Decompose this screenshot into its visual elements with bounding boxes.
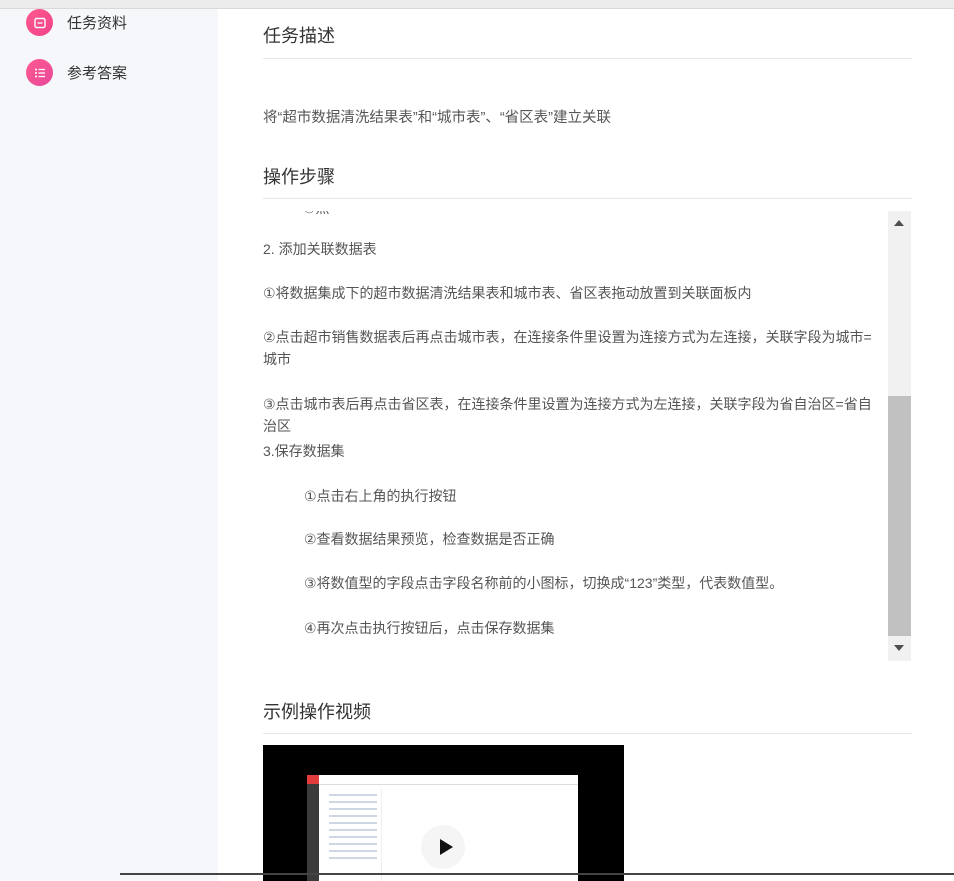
step-heading: 2. 添加关联数据表 bbox=[263, 241, 377, 257]
step-text: ④再次点击执行按钮后，点击保存数据集 bbox=[304, 620, 555, 636]
sidebar-item-label: 任务资料 bbox=[67, 15, 128, 32]
sidebar-item-reference-answers[interactable]: 参考答案 bbox=[26, 59, 127, 86]
step-text: ①点 bbox=[303, 211, 330, 219]
play-icon bbox=[440, 839, 453, 855]
steps-scroll-area[interactable]: ①点 2. 添加关联数据表 ①将数据集成下的超市数据清洗结果表和城市表、省区表拖… bbox=[263, 211, 888, 661]
sidebar-item-label: 参考答案 bbox=[67, 65, 128, 82]
divider bbox=[263, 58, 912, 59]
step-text: ①将数据集成下的超市数据清洗结果表和城市表、省区表拖动放置到关联面板内 bbox=[263, 285, 752, 301]
step-text: ③点击城市表后再点击省区表，在连接条件里设置为连接方式为左连接，关联字段为省自治… bbox=[263, 396, 872, 434]
folder-icon bbox=[26, 9, 53, 36]
scrollbar-thumb[interactable] bbox=[888, 396, 911, 636]
bottom-border bbox=[120, 873, 954, 875]
step-text: ②点击超市销售数据表后再点击城市表，在连接条件里设置为连接方式为左连接，关联字段… bbox=[263, 329, 872, 367]
divider bbox=[263, 198, 912, 199]
scroll-down-icon[interactable] bbox=[894, 645, 904, 651]
step-text: ①点击右上角的执行按钮 bbox=[304, 488, 457, 504]
step-heading: 3.保存数据集 bbox=[263, 443, 345, 459]
video-player[interactable] bbox=[263, 745, 624, 881]
sidebar-item-task-materials[interactable]: 任务资料 bbox=[26, 9, 127, 36]
divider bbox=[263, 733, 912, 734]
list-icon bbox=[26, 59, 53, 86]
scroll-up-icon[interactable] bbox=[894, 220, 904, 226]
task-description-text: 将“超市数据清洗结果表”和“城市表”、“省区表”建立关联 bbox=[263, 110, 611, 126]
video-title: 示例操作视频 bbox=[263, 702, 371, 722]
sidebar: 任务资料 参考答案 bbox=[0, 9, 218, 881]
task-description-title: 任务描述 bbox=[263, 26, 335, 46]
steps-title: 操作步骤 bbox=[263, 167, 335, 187]
step-text: ②查看数据结果预览，检查数据是否正确 bbox=[304, 531, 555, 547]
step-text: ③将数值型的字段点击字段名称前的小图标，切换成“123”类型，代表数值型。 bbox=[304, 575, 784, 591]
top-border bbox=[0, 0, 954, 9]
